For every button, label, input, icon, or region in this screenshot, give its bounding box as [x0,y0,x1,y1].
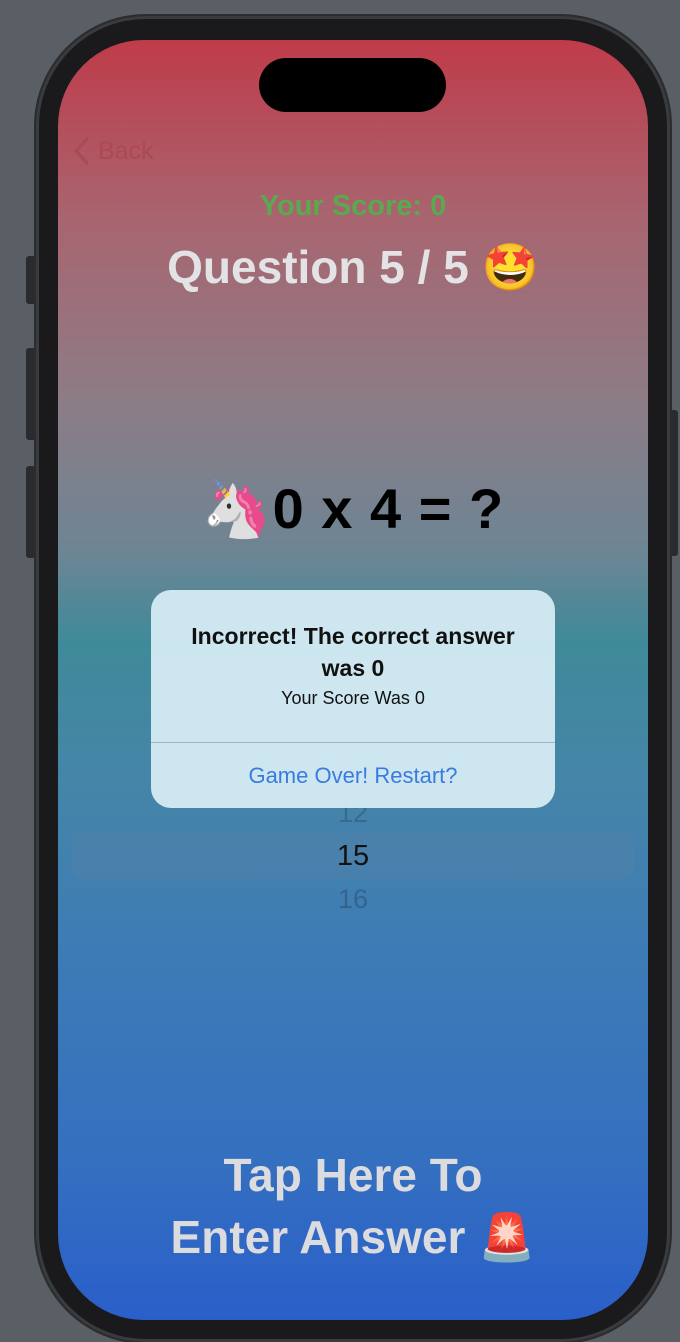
dynamic-island [259,58,446,112]
power-button [670,410,678,556]
alert-message: Your Score Was 0 [281,688,425,708]
volume-down-button [26,466,36,558]
back-button[interactable]: Back [72,136,154,166]
equation: 🦄0 x 4 = ? [58,476,648,542]
back-label: Back [98,136,154,165]
chevron-left-icon [74,137,89,165]
volume-up-button [26,348,36,440]
restart-button[interactable]: Game Over! Restart? [151,743,555,808]
enter-answer-line2: Enter Answer 🚨 [170,1211,536,1263]
action-button [26,256,36,304]
equation-text: 0 x 4 = ? [272,477,505,540]
enter-answer-button[interactable]: Tap Here To Enter Answer 🚨 [58,1144,648,1268]
app-screen: Back Your Score: 0 Question 5 / 5 🤩 🦄0 x… [58,40,648,1320]
enter-answer-line1: Tap Here To [223,1149,483,1201]
result-alert: Incorrect! The correct answer was 0 Your… [151,590,555,808]
unicorn-icon: 🦄 [201,477,273,542]
picker-option-selected[interactable]: 15 [72,840,634,873]
question-title: Question 5 / 5 🤩 [167,241,539,293]
score-label: Your Score: 0 [259,190,447,222]
picker-option-next[interactable]: 16 [72,884,634,915]
alert-title: Incorrect! The correct answer was 0 [191,623,515,681]
